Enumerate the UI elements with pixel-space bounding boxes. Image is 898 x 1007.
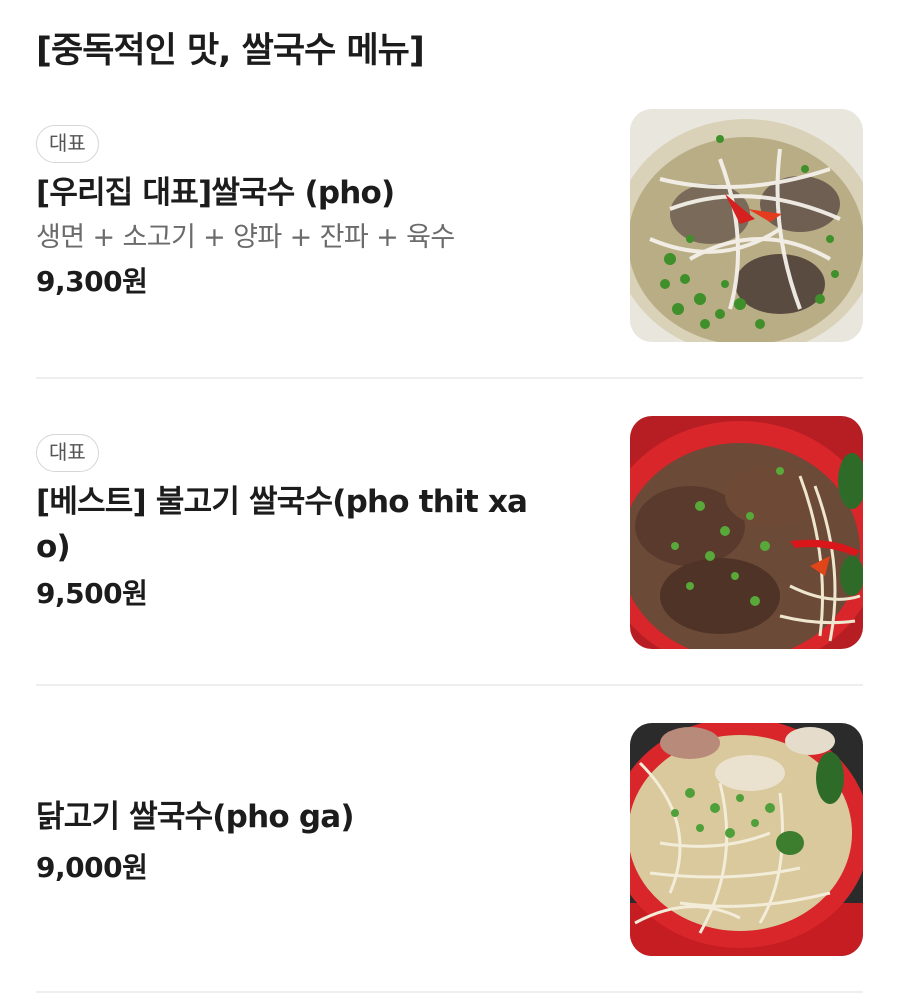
divider [36, 377, 863, 379]
menu-item-pho[interactable]: 대표 [우리집 대표]쌀국수 (pho) 생면 + 소고기 + 양파 + 잔파 … [36, 109, 863, 361]
representative-badge: 대표 [36, 434, 99, 472]
menu-item-name: 닭고기 쌀국수(pho ga) [36, 799, 355, 835]
menu-item-name-line1: [베스트] 불고기 쌀국수(pho thit xa [36, 484, 528, 520]
menu-item-text: 닭고기 쌀국수(pho ga) 9,000원 [36, 795, 596, 888]
menu-item-price: 9,300원 [36, 265, 148, 298]
menu-item-pho-ga[interactable]: 닭고기 쌀국수(pho ga) 9,000원 [36, 723, 863, 956]
divider [36, 684, 863, 686]
pho-chicken-photo[interactable] [630, 723, 863, 956]
menu-item-name-line2: o) [36, 529, 71, 565]
menu-page: [중독적인 맛, 쌀국수 메뉴] 대표 [우리집 대표]쌀국수 (pho) 생면… [0, 0, 898, 1007]
pho-bulgogi-photo[interactable] [630, 416, 863, 649]
menu-item-price: 9,000원 [36, 851, 148, 884]
representative-badge: 대표 [36, 125, 99, 163]
divider [36, 991, 863, 993]
section-title: [중독적인 맛, 쌀국수 메뉴] [36, 31, 425, 71]
menu-item-pho-bulgogi[interactable]: 대표 [베스트] 불고기 쌀국수(pho thit xa o) 9,500원 [36, 416, 863, 670]
menu-item-price: 9,500원 [36, 577, 148, 610]
menu-item-text: 대표 [우리집 대표]쌀국수 (pho) 생면 + 소고기 + 양파 + 잔파 … [36, 125, 596, 302]
pho-beef-photo[interactable] [630, 109, 863, 342]
menu-item-description: 생면 + 소고기 + 양파 + 잔파 + 육수 [36, 222, 455, 253]
menu-item-text: 대표 [베스트] 불고기 쌀국수(pho thit xa o) 9,500원 [36, 434, 596, 614]
menu-item-name: [우리집 대표]쌀국수 (pho) [36, 175, 395, 211]
